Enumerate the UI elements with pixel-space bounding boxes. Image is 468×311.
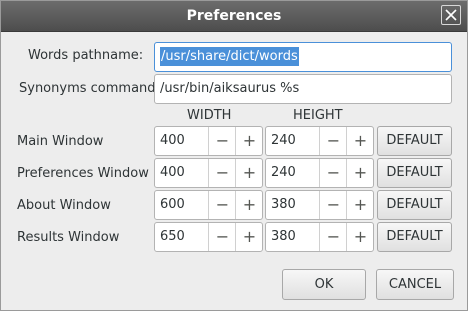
results-window-height-spin[interactable]: 380 − + [265,222,374,252]
plus-button[interactable]: + [235,159,263,187]
preferences-window-height-value: 240 [271,165,296,180]
words-pathname-input[interactable]: /usr/share/dict/words [154,42,452,72]
about-window-height-value: 380 [271,197,296,212]
close-icon [445,9,457,21]
results-window-width-spin[interactable]: 650 − + [154,222,263,252]
width-column-header: WIDTH [187,108,232,123]
title-bar: Preferences [1,1,467,32]
preferences-dialog: Preferences Words pathname: /usr/share/d… [0,0,468,311]
main-window-height-spin[interactable]: 240 − + [265,126,374,156]
main-window-default-button[interactable]: DEFAULT [377,126,452,156]
plus-button[interactable]: + [346,159,374,187]
main-window-height-value: 240 [271,133,296,148]
preferences-window-width-value: 400 [160,165,185,180]
minus-button[interactable]: − [208,191,236,219]
about-window-default-button[interactable]: DEFAULT [377,190,452,220]
plus-button[interactable]: + [235,127,263,155]
cancel-button[interactable]: CANCEL [376,269,454,300]
about-window-width-spin[interactable]: 600 − + [154,190,263,220]
minus-button[interactable]: − [208,223,236,251]
minus-button[interactable]: − [319,191,347,219]
main-window-width-spin[interactable]: 400 − + [154,126,263,156]
minus-button[interactable]: − [319,159,347,187]
synonyms-command-label: Synonyms command: [19,81,160,96]
results-window-width-value: 650 [160,229,185,244]
about-window-height-spin[interactable]: 380 − + [265,190,374,220]
synonyms-command-value: /usr/bin/aiksaurus %s [160,81,300,96]
preferences-window-label: Preferences Window [17,166,149,181]
preferences-window-width-spin[interactable]: 400 − + [154,158,263,188]
dialog-title: Preferences [186,8,282,24]
ok-button[interactable]: OK [282,269,366,300]
plus-button[interactable]: + [235,223,263,251]
minus-button[interactable]: − [208,159,236,187]
plus-button[interactable]: + [346,127,374,155]
results-window-height-value: 380 [271,229,296,244]
close-button[interactable] [441,5,461,25]
results-window-default-button[interactable]: DEFAULT [377,222,452,252]
about-window-label: About Window [17,198,111,213]
plus-button[interactable]: + [235,191,263,219]
plus-button[interactable]: + [346,191,374,219]
words-pathname-label: Words pathname: [28,48,144,63]
preferences-window-default-button[interactable]: DEFAULT [377,158,452,188]
words-pathname-value: /usr/share/dict/words [160,47,299,66]
main-window-label: Main Window [17,134,104,149]
main-window-width-value: 400 [160,133,185,148]
minus-button[interactable]: − [319,127,347,155]
synonyms-command-input[interactable]: /usr/bin/aiksaurus %s [154,74,452,104]
preferences-window-height-spin[interactable]: 240 − + [265,158,374,188]
height-column-header: HEIGHT [293,108,343,123]
plus-button[interactable]: + [346,223,374,251]
minus-button[interactable]: − [319,223,347,251]
minus-button[interactable]: − [208,127,236,155]
about-window-width-value: 600 [160,197,185,212]
results-window-label: Results Window [17,230,120,245]
